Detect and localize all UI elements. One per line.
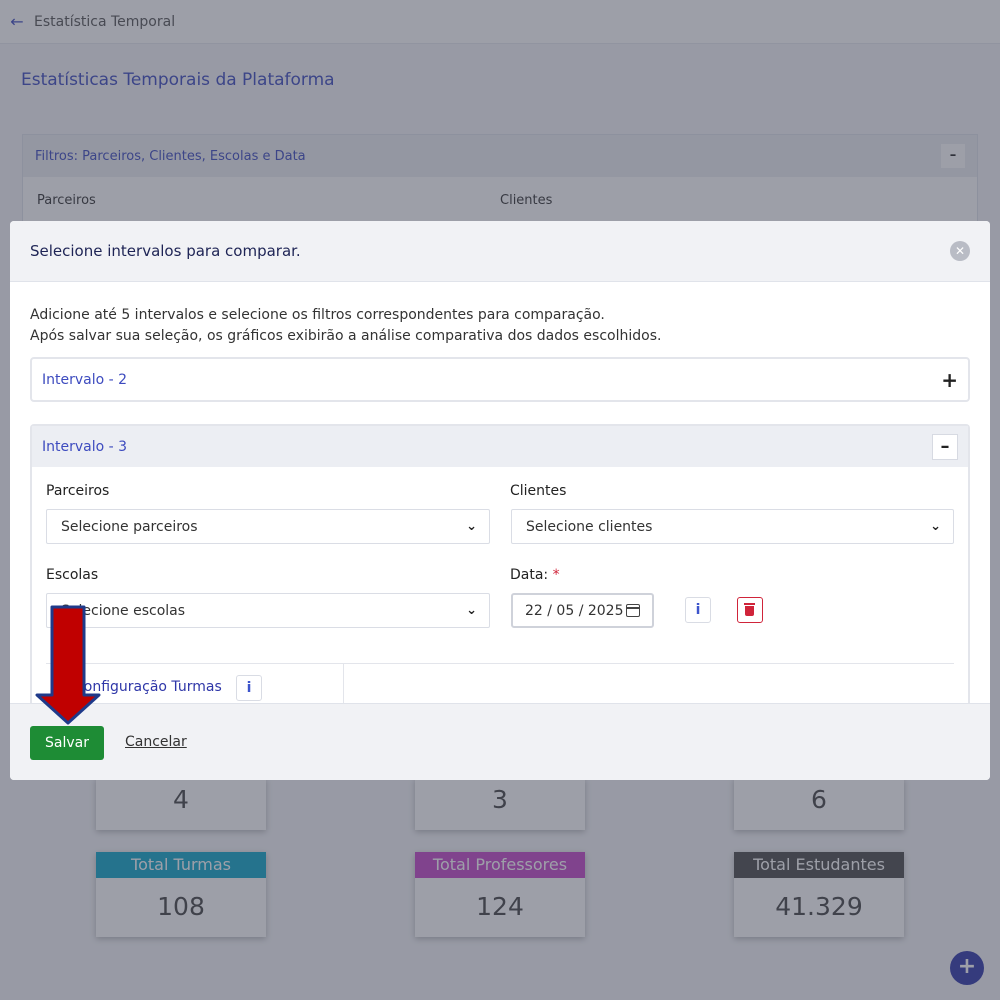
calendar-icon[interactable] xyxy=(626,604,640,617)
info-icon[interactable]: i xyxy=(236,675,262,701)
clientes-select-value: Selecione clientes xyxy=(526,518,653,535)
clientes-label: Clientes xyxy=(510,483,567,499)
modal-header: Selecione intervalos para comparar. ✕ xyxy=(10,221,990,282)
modal-description: Adicione até 5 intervalos e selecione os… xyxy=(30,305,661,347)
chevron-down-icon: ⌄ xyxy=(466,603,477,618)
parceiros-select[interactable]: Selecione parceiros ⌄ xyxy=(46,509,490,544)
date-input[interactable]: 22 / 05 / 2025 xyxy=(511,593,654,628)
escolas-select[interactable]: Selecione escolas ⌄ xyxy=(46,593,490,628)
compare-intervals-modal: Selecione intervalos para comparar. ✕ Ad… xyxy=(10,221,990,780)
modal-title: Selecione intervalos para comparar. xyxy=(30,242,301,260)
collapse-icon[interactable]: – xyxy=(932,433,958,460)
divider xyxy=(343,663,344,703)
interval-label: Intervalo - 3 xyxy=(42,438,128,455)
clientes-select[interactable]: Selecione clientes ⌄ xyxy=(511,509,954,544)
date-value: 22 / 05 / 2025 xyxy=(525,602,624,619)
data-label: Data: * xyxy=(510,567,560,583)
close-icon[interactable]: ✕ xyxy=(950,241,970,261)
escolas-label: Escolas xyxy=(46,567,99,583)
interval-accordion-2[interactable]: Intervalo - 2 + xyxy=(30,357,970,402)
modal-description-line: Adicione até 5 intervalos e selecione os… xyxy=(30,307,605,323)
annotation-arrow-icon xyxy=(35,605,101,725)
cancel-button[interactable]: Cancelar xyxy=(125,734,187,750)
modal-description-line: Após salvar sua seleção, os gráficos exi… xyxy=(30,328,662,344)
data-label-text: Data: xyxy=(510,567,549,583)
chevron-down-icon: ⌄ xyxy=(466,519,477,534)
parceiros-label: Parceiros xyxy=(46,483,110,499)
modal-footer: Salvar Cancelar xyxy=(10,703,990,780)
interval-header[interactable]: Intervalo - 3 – xyxy=(32,426,968,467)
interval-label: Intervalo - 2 xyxy=(42,371,128,388)
parceiros-select-value: Selecione parceiros xyxy=(61,518,198,535)
info-icon[interactable]: i xyxy=(685,597,711,623)
save-button[interactable]: Salvar xyxy=(30,726,104,760)
trash-icon[interactable] xyxy=(737,597,763,623)
divider xyxy=(46,663,954,664)
chevron-down-icon: ⌄ xyxy=(930,519,941,534)
required-marker: * xyxy=(552,567,560,583)
expand-icon[interactable]: + xyxy=(941,368,958,392)
